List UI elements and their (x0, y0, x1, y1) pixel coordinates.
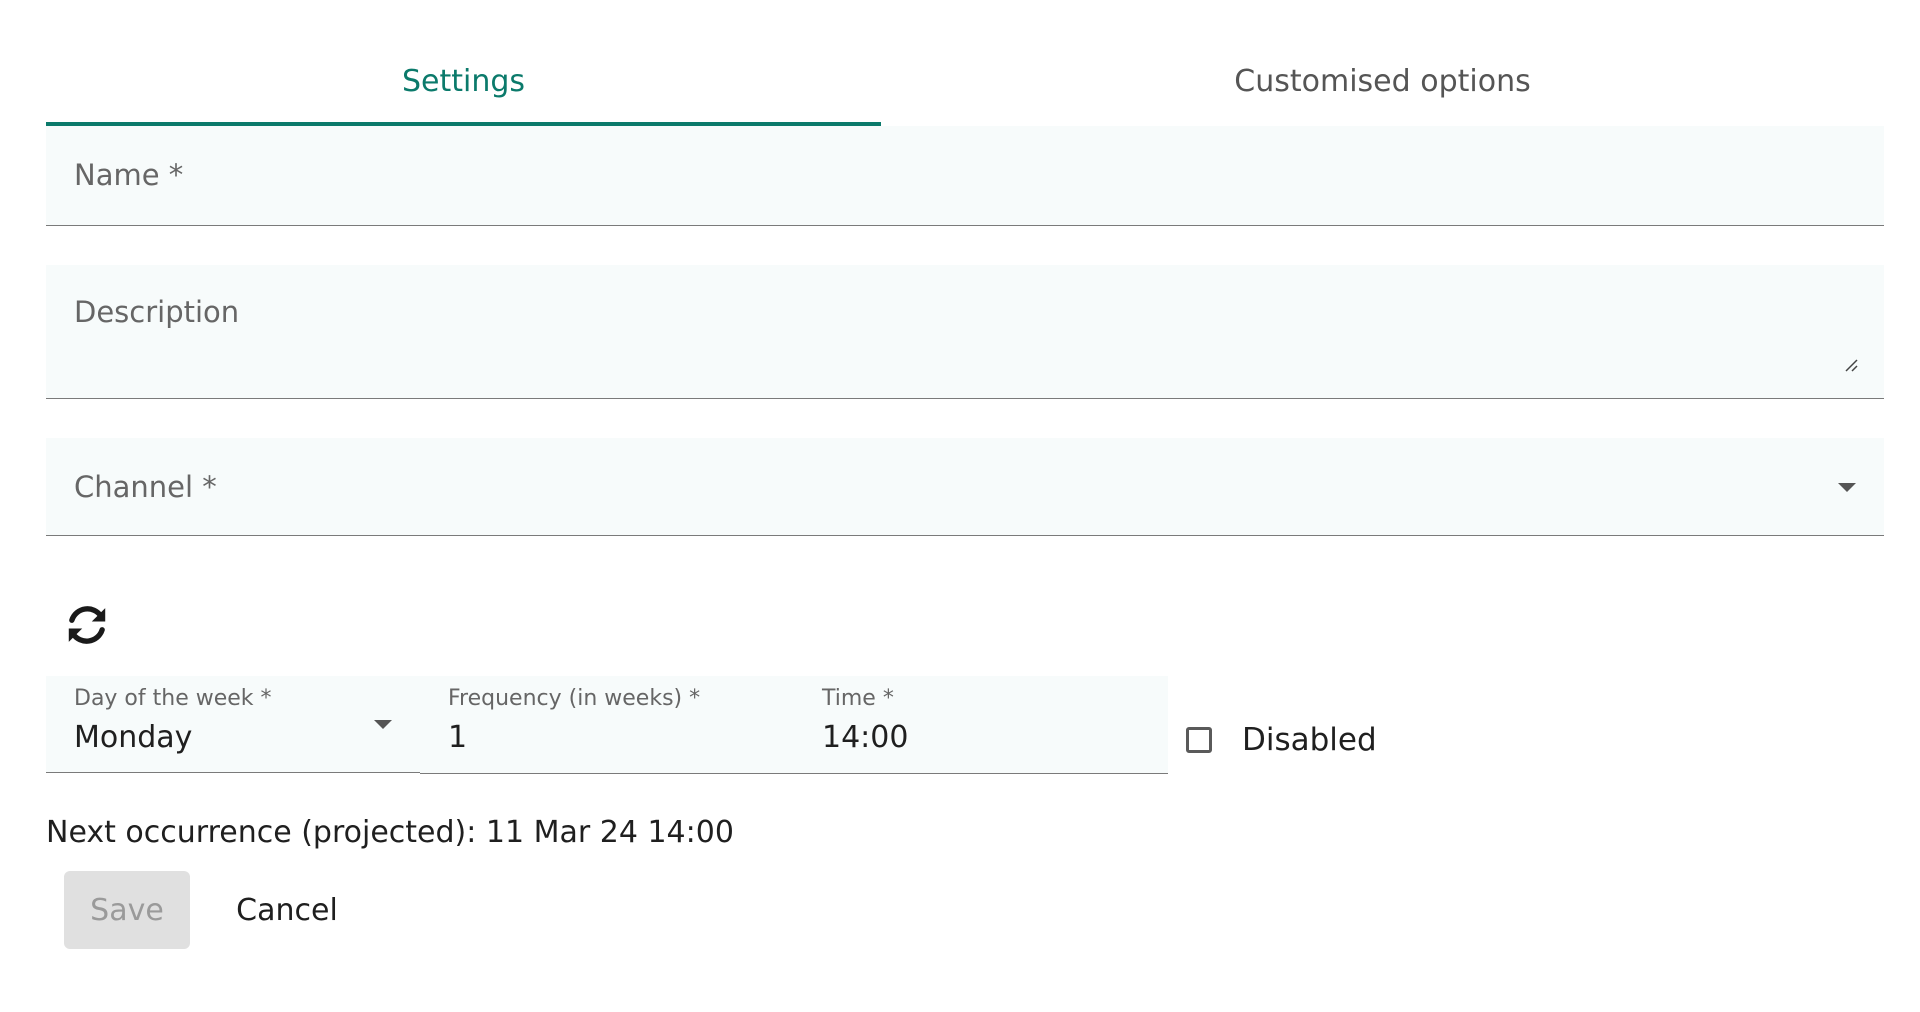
disabled-checkbox-group[interactable]: Disabled (1186, 722, 1377, 758)
name-field-label: Name * (74, 158, 184, 192)
tab-settings[interactable]: Settings (46, 40, 881, 126)
time-field[interactable]: Time * 14:00 (794, 676, 1168, 774)
chevron-down-icon[interactable] (1838, 483, 1856, 492)
day-of-week-value: Monday (74, 720, 193, 755)
name-field[interactable]: Name * (46, 126, 1884, 226)
resize-grip-icon[interactable] (1844, 358, 1858, 372)
day-of-week-label: Day of the week * (74, 686, 272, 711)
frequency-field[interactable]: Frequency (in weeks) * 1 (420, 676, 794, 774)
schedule-form-page: Settings Customised options Name * Descr… (0, 0, 1920, 1012)
time-value: 14:00 (822, 720, 909, 755)
next-occurrence-text: Next occurrence (projected): 11 Mar 24 1… (46, 815, 734, 850)
channel-select[interactable]: Channel * (46, 438, 1884, 536)
description-field[interactable]: Description (46, 265, 1884, 399)
repeat-icon[interactable] (64, 602, 110, 648)
description-field-label: Description (74, 295, 240, 329)
frequency-label: Frequency (in weeks) * (448, 686, 701, 711)
day-of-week-select[interactable]: Day of the week * Monday (46, 676, 420, 773)
save-button[interactable]: Save (64, 871, 190, 949)
tab-customised-options[interactable]: Customised options (881, 40, 1884, 126)
disabled-checkbox[interactable] (1186, 727, 1212, 753)
channel-select-label: Channel * (74, 470, 217, 504)
cancel-button[interactable]: Cancel (220, 871, 354, 949)
time-label: Time * (822, 686, 894, 711)
chevron-down-icon[interactable] (374, 720, 392, 729)
disabled-checkbox-label[interactable]: Disabled (1242, 722, 1377, 758)
tab-bar: Settings Customised options (46, 40, 1884, 126)
frequency-value: 1 (448, 720, 468, 755)
